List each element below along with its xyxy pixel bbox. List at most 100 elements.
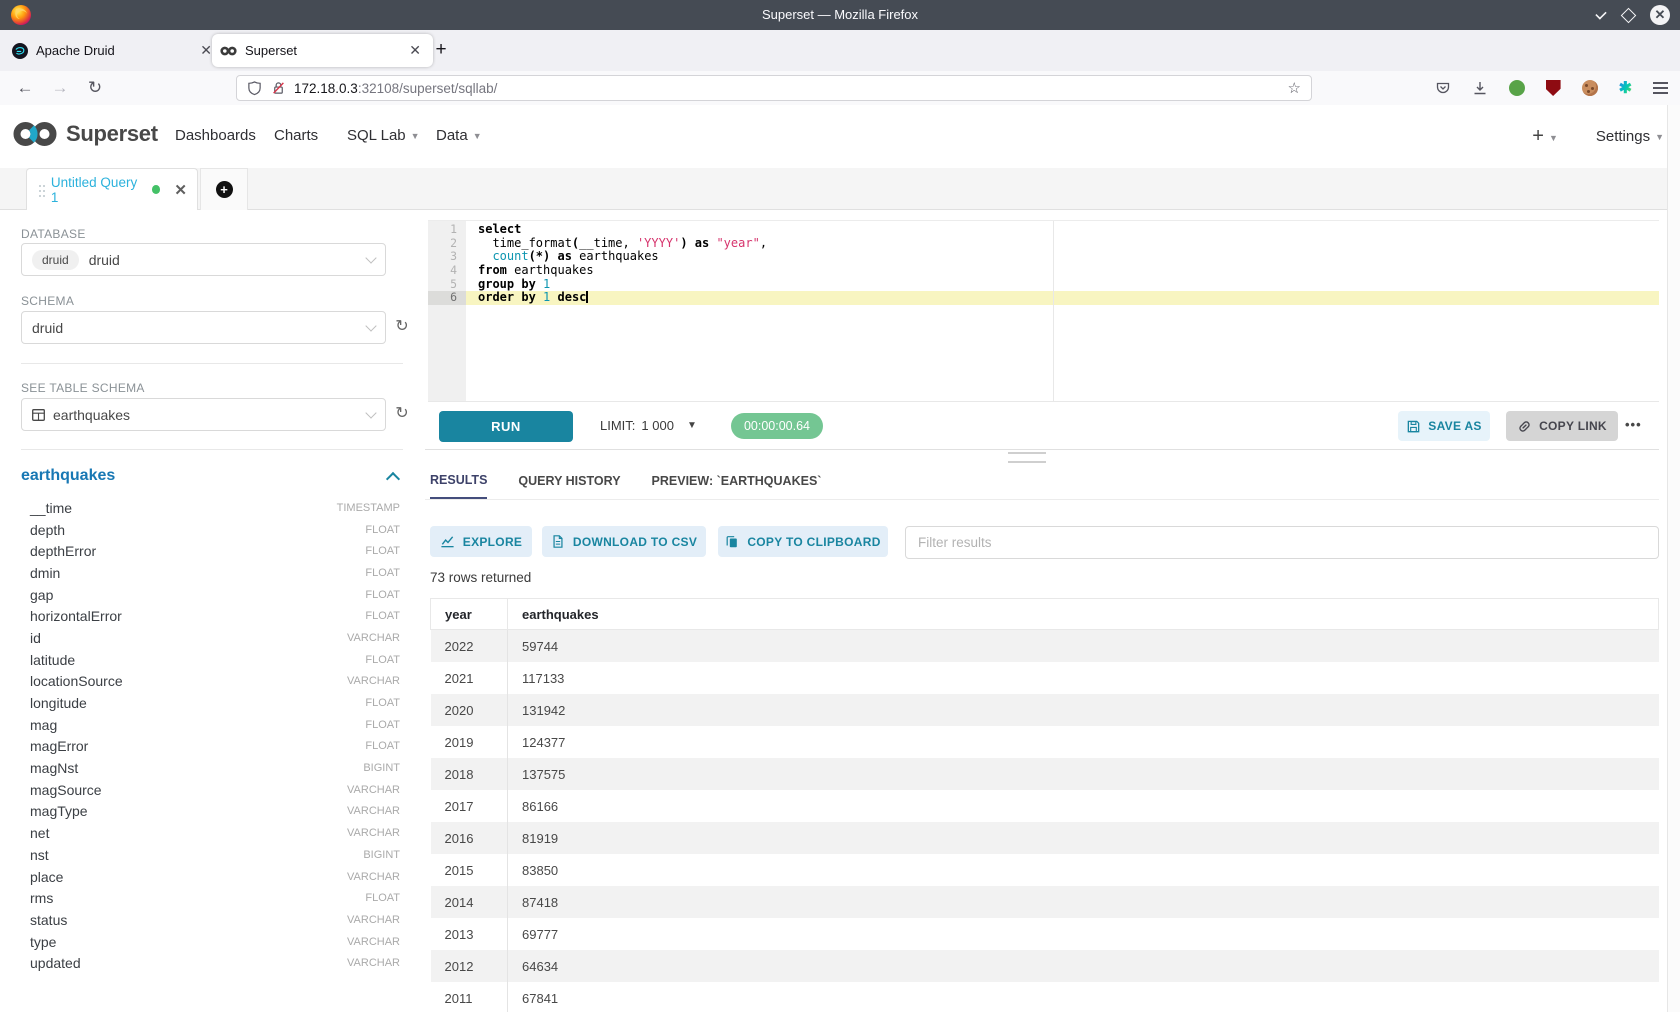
page-scrollbar[interactable]: [1667, 105, 1680, 1012]
chevron-down-icon[interactable]: ▼: [687, 403, 697, 449]
query-tab-untitled[interactable]: Untitled Query 1 ✕: [26, 168, 198, 210]
copy-link-button[interactable]: COPY LINK: [1506, 411, 1618, 441]
downloads-icon[interactable]: [1472, 80, 1488, 96]
table-row[interactable]: 2021117133: [431, 662, 1659, 694]
column-header-year[interactable]: year: [431, 599, 508, 630]
forward-button[interactable]: →: [47, 75, 73, 101]
save-as-button[interactable]: SAVE AS: [1398, 411, 1490, 441]
tab-preview-earthquakes[interactable]: PREVIEW: `EARTHQUAKES`: [652, 462, 822, 499]
limit-control[interactable]: LIMIT:1 000: [600, 403, 674, 449]
reload-button[interactable]: ↻: [82, 75, 108, 101]
add-query-tab-button[interactable]: +: [200, 168, 248, 210]
table-cell: 2012: [431, 950, 508, 982]
table-row[interactable]: 201786166: [431, 790, 1659, 822]
query-tab-title: Untitled Query 1: [51, 175, 144, 205]
window-close-icon[interactable]: ✕: [1650, 5, 1670, 25]
chart-icon: [440, 534, 455, 549]
column-header-earthquakes[interactable]: earthquakes: [508, 599, 1659, 630]
row-count-text: 73 rows returned: [430, 570, 531, 585]
column-name: id: [21, 630, 41, 646]
insecure-lock-icon[interactable]: [271, 80, 286, 96]
column-row: nst BIGINT: [21, 844, 400, 866]
drag-handle-icon[interactable]: [39, 185, 41, 187]
browser-toolbar: ← → ↻ 172.18.0.3:32108/superset/sqllab/ …: [0, 71, 1680, 106]
database-pill: druid: [32, 250, 79, 270]
url-text[interactable]: 172.18.0.3:32108/superset/sqllab/: [294, 81, 497, 96]
query-tab-close-icon[interactable]: ✕: [174, 181, 187, 199]
table-row[interactable]: 201264634: [431, 950, 1659, 982]
column-row: place VARCHAR: [21, 866, 400, 888]
new-tab-button[interactable]: +: [428, 38, 454, 64]
column-row: magNst BIGINT: [21, 757, 400, 779]
browser-tab-superset[interactable]: Superset ✕: [212, 34, 433, 67]
sql-editor[interactable]: 123456 select time_format(__time, 'YYYY'…: [428, 220, 1659, 402]
nav-sql-lab[interactable]: SQL Lab▼: [347, 105, 420, 167]
table-row[interactable]: 201681919: [431, 822, 1659, 854]
window-maximize-icon[interactable]: [1621, 7, 1637, 23]
ublock-extension-icon[interactable]: [1546, 80, 1561, 96]
copy-icon: [725, 534, 739, 549]
table-row[interactable]: 202259744: [431, 630, 1659, 663]
table-row[interactable]: 201369777: [431, 918, 1659, 950]
table-cell: 2022: [431, 630, 508, 663]
chevron-down-icon: ▼: [1549, 133, 1558, 143]
copy-clipboard-button[interactable]: COPY TO CLIPBOARD: [718, 526, 888, 557]
table-row[interactable]: 2019124377: [431, 726, 1659, 758]
column-row: magError FLOAT: [21, 736, 400, 758]
table-row[interactable]: 201583850: [431, 854, 1659, 886]
tab-close-icon[interactable]: ✕: [405, 42, 425, 59]
plus-circle-icon: +: [216, 181, 233, 198]
extension-asterisk-icon[interactable]: ✱: [1619, 78, 1632, 98]
nav-dashboards[interactable]: Dashboards: [175, 105, 256, 167]
collapse-chevron-icon[interactable]: [386, 472, 400, 486]
refresh-table-icon[interactable]: ↻: [392, 404, 412, 424]
menu-hamburger-icon[interactable]: [1653, 79, 1668, 96]
column-row: id VARCHAR: [21, 627, 400, 649]
nav-data[interactable]: Data▼: [436, 105, 482, 167]
browser-tab-apache-druid[interactable]: Apache Druid ✕: [4, 34, 224, 67]
file-icon: [551, 534, 565, 549]
column-row: __time TIMESTAMP: [21, 497, 400, 519]
window-minimize-icon[interactable]: [1595, 8, 1606, 19]
column-name: place: [21, 869, 63, 885]
database-select[interactable]: druid druid: [21, 243, 386, 276]
settings-menu[interactable]: Settings▼: [1596, 128, 1664, 145]
column-name: magSource: [21, 782, 102, 798]
nav-charts[interactable]: Charts: [274, 105, 318, 167]
url-bar[interactable]: 172.18.0.3:32108/superset/sqllab/ ☆: [236, 75, 1312, 101]
column-type: FLOAT: [365, 719, 400, 731]
column-type: VARCHAR: [347, 675, 400, 687]
table-cell: 2018: [431, 758, 508, 790]
column-row: latitude FLOAT: [21, 649, 400, 671]
table-row[interactable]: 2020131942: [431, 694, 1659, 726]
shield-icon[interactable]: [247, 80, 262, 96]
table-select[interactable]: earthquakes: [21, 398, 386, 431]
refresh-schema-icon[interactable]: ↻: [392, 317, 412, 337]
run-button[interactable]: RUN: [439, 411, 573, 442]
tab-query-history[interactable]: QUERY HISTORY: [518, 462, 620, 499]
column-type: FLOAT: [365, 610, 400, 622]
table-row[interactable]: 2018137575: [431, 758, 1659, 790]
column-type: VARCHAR: [347, 871, 400, 883]
tab-results[interactable]: RESULTS: [430, 462, 487, 499]
privacy-badger-extension-icon[interactable]: [1509, 80, 1525, 96]
cookie-extension-icon[interactable]: [1582, 80, 1598, 96]
superset-logo[interactable]: Superset: [12, 119, 158, 149]
bookmark-star-icon[interactable]: ☆: [1288, 79, 1301, 97]
download-csv-button[interactable]: DOWNLOAD TO CSV: [542, 526, 706, 557]
table-row[interactable]: 201487418: [431, 886, 1659, 918]
column-name: nst: [21, 847, 49, 863]
editor-code[interactable]: select time_format(__time, 'YYYY') as "y…: [466, 221, 1659, 401]
column-type: VARCHAR: [347, 914, 400, 926]
column-type: BIGINT: [363, 762, 400, 774]
table-cell: 87418: [508, 886, 1659, 918]
explore-button[interactable]: EXPLORE: [430, 526, 532, 557]
pocket-icon[interactable]: [1435, 80, 1451, 96]
back-button[interactable]: ←: [12, 75, 38, 101]
table-row[interactable]: 201167841: [431, 982, 1659, 1012]
filter-results-input[interactable]: [905, 526, 1659, 559]
schema-select[interactable]: druid: [21, 311, 386, 344]
results-tabbar: RESULTS QUERY HISTORY PREVIEW: `EARTHQUA…: [425, 462, 1659, 500]
more-actions-button[interactable]: •••: [1625, 403, 1642, 449]
new-item-button[interactable]: +▼: [1532, 125, 1558, 148]
